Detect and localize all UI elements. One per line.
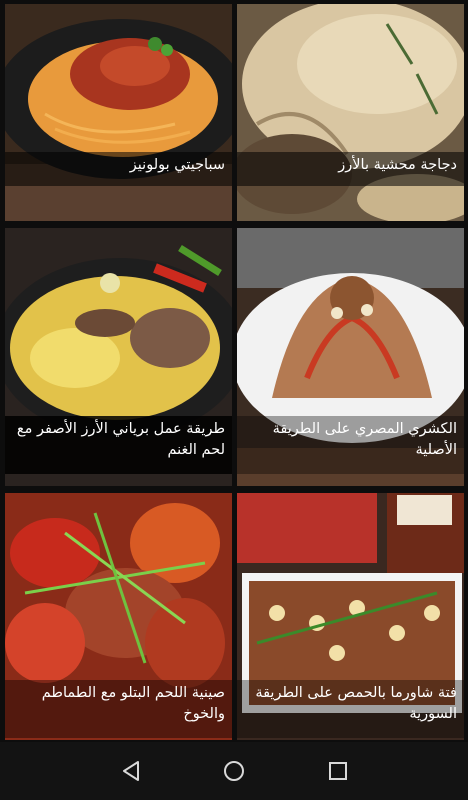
recipe-grid: سباجيتي بولونيز دجاجة محشية بالأرز طريقة… bbox=[0, 0, 468, 742]
back-button[interactable] bbox=[116, 756, 146, 786]
home-button[interactable] bbox=[219, 756, 249, 786]
recipe-title: صينية اللحم البتلو مع الطماطم والخوخ bbox=[5, 680, 232, 738]
recipe-card-shawarma-fatteh[interactable]: فتة شاورما بالحمص على الطريقة السورية bbox=[237, 493, 464, 740]
recipe-title: فتة شاورما بالحمص على الطريقة السورية bbox=[237, 680, 464, 738]
recipe-card-stuffed-chicken[interactable]: دجاجة محشية بالأرز bbox=[237, 4, 464, 221]
back-triangle-icon bbox=[123, 761, 139, 781]
recipe-title: سباجيتي بولونيز bbox=[5, 152, 232, 186]
recipe-title: طريقة عمل برياني الأرز الأصفر مع لحم الغ… bbox=[5, 416, 232, 474]
recents-button[interactable] bbox=[323, 756, 353, 786]
stuffed-chicken-rice-photo bbox=[237, 4, 464, 221]
spaghetti-bolognese-photo bbox=[5, 4, 232, 221]
recipe-card-egyptian-koshary[interactable]: الكشري المصري على الطريقة الأصلية bbox=[237, 228, 464, 486]
home-circle-icon bbox=[224, 761, 244, 781]
recents-square-icon bbox=[329, 762, 347, 780]
system-navigation-bar bbox=[0, 742, 468, 800]
recipe-title: الكشري المصري على الطريقة الأصلية bbox=[237, 416, 464, 474]
recipe-card-lamb-biryani[interactable]: طريقة عمل برياني الأرز الأصفر مع لحم الغ… bbox=[5, 228, 232, 486]
recipe-card-spaghetti-bolognese[interactable]: سباجيتي بولونيز bbox=[5, 4, 232, 221]
recipe-card-veal-tomato-peach[interactable]: صينية اللحم البتلو مع الطماطم والخوخ bbox=[5, 493, 232, 740]
recipe-title: دجاجة محشية بالأرز bbox=[237, 152, 464, 186]
